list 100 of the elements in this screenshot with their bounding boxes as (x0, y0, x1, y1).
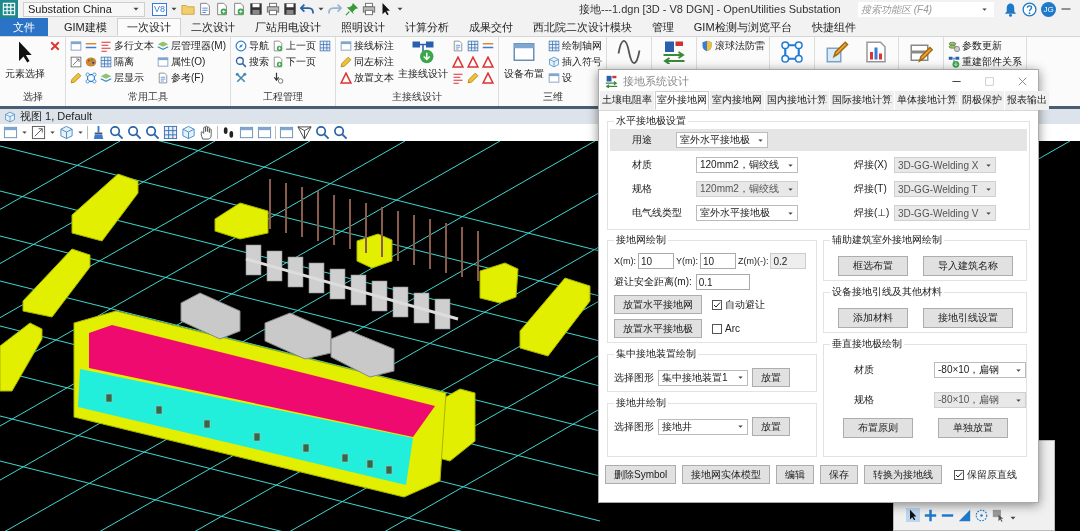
dialog-tab[interactable]: 土壤电阻率 (600, 91, 654, 110)
block-arrow-icon[interactable] (992, 509, 1005, 522)
ribbon-tab[interactable]: GIM建模 (54, 18, 117, 36)
dialog-tab[interactable]: 国内接地计算 (765, 91, 829, 110)
dropdown[interactable]: 室外水平接地极 (676, 132, 768, 148)
dropdown[interactable]: 集中接地装置1 (658, 369, 748, 386)
button[interactable]: 框选布置 (837, 256, 908, 276)
button[interactable]: 接地网实体模型 (682, 465, 771, 484)
dialog-tab[interactable]: 单体接地计算 (895, 91, 959, 110)
button[interactable]: 放置水平接地网 (614, 295, 702, 314)
button[interactable]: 单独放置 (937, 418, 1008, 438)
checkbox[interactable] (712, 323, 722, 334)
dialog-tab[interactable]: 阴极保护 (960, 91, 1004, 110)
ribbon-tab[interactable]: 西北院二次设计模块 (522, 18, 642, 36)
search-icon[interactable] (333, 125, 348, 140)
tool-button[interactable] (84, 70, 98, 86)
version-button[interactable]: V8 (152, 2, 167, 16)
text-field[interactable]: 10 (638, 253, 674, 269)
square-arrow-icon[interactable] (31, 125, 46, 140)
tool-button[interactable] (466, 54, 480, 70)
caret-icon[interactable] (77, 129, 84, 136)
dialog-tab[interactable]: 室内接地网 (710, 91, 764, 110)
search-field[interactable]: 搜索功能区 (F4) (858, 1, 994, 17)
undo-icon[interactable] (300, 2, 314, 16)
caret-icon[interactable] (49, 129, 56, 136)
ribbon-button[interactable]: 元素选择 (3, 38, 47, 83)
dialog-tab[interactable]: 报表输出 (1005, 91, 1049, 110)
document-icon[interactable] (198, 2, 212, 16)
dropdown[interactable]: 接地井 (658, 418, 748, 435)
plus-icon[interactable] (924, 509, 937, 522)
save-icon[interactable] (283, 2, 297, 16)
ribbon-button[interactable]: 多行文本 (99, 38, 155, 54)
button[interactable]: 编辑 (776, 465, 815, 484)
ribbon-button[interactable]: 设 (547, 70, 603, 86)
app-logo-icon[interactable] (0, 0, 18, 18)
caret-icon[interactable] (317, 5, 325, 13)
button[interactable]: 放置 (752, 368, 790, 387)
text-field[interactable]: 10 (700, 253, 736, 269)
brush-icon[interactable] (91, 125, 106, 140)
button[interactable]: 保存 (820, 465, 859, 484)
cone-icon[interactable] (297, 125, 312, 140)
ribbon-button[interactable]: 隔离 (99, 54, 155, 70)
pin-icon[interactable] (345, 2, 359, 16)
hand-icon[interactable] (199, 125, 214, 140)
search-icon[interactable] (109, 125, 124, 140)
ribbon-button[interactable]: 插入符号 (547, 54, 603, 70)
ribbon-button[interactable]: 滚球法防雷 (700, 38, 766, 54)
button[interactable]: 删除Symbol (605, 465, 677, 484)
ribbon-button[interactable]: 设备布置 (502, 38, 546, 83)
ribbon-tab[interactable]: 管理 (641, 18, 684, 36)
ribbon-tab[interactable]: GIM检测与浏览平台 (683, 18, 802, 36)
ribbon-button[interactable]: 上一页 (271, 38, 317, 54)
tool-button[interactable] (481, 54, 495, 70)
checkbox[interactable] (712, 299, 722, 310)
dropdown[interactable]: 120mm2，铜绞线 (696, 157, 798, 173)
save-icon[interactable] (249, 2, 263, 16)
ribbon-button[interactable]: 层显示 (99, 70, 155, 86)
window-icon[interactable] (257, 125, 272, 140)
text-field[interactable]: 0.1 (695, 274, 750, 290)
printer-icon[interactable] (362, 2, 376, 16)
button[interactable]: 放置水平接地极 (614, 319, 702, 338)
ribbon-button[interactable]: 重建部件关系 (947, 54, 1023, 70)
printer-icon[interactable] (266, 2, 280, 16)
checkbox[interactable] (954, 469, 965, 480)
ribbon-button[interactable]: 绘制轴网 (547, 38, 603, 54)
ribbon-button[interactable]: 参数更新 (947, 38, 1023, 54)
button[interactable]: 添加材料 (837, 308, 908, 328)
file-menu-tab[interactable]: 文件 (0, 18, 48, 36)
ribbon-tab[interactable]: 计算分析 (394, 18, 459, 36)
caret-icon[interactable] (1009, 514, 1017, 522)
select-tool-button[interactable] (906, 508, 920, 522)
tool-button[interactable] (451, 54, 465, 70)
tool-button[interactable] (69, 54, 83, 70)
caret-icon[interactable] (170, 5, 178, 13)
ribbon-button[interactable]: 同左标注 (339, 54, 395, 70)
tool-button[interactable] (69, 38, 83, 54)
ribbon-button[interactable]: 层管理器(M) (156, 38, 227, 54)
caret-icon[interactable] (21, 129, 28, 136)
workspace-dropdown[interactable]: Substation China (23, 1, 145, 17)
caret-icon[interactable] (396, 5, 404, 13)
ribbon-button[interactable]: 接线标注 (339, 38, 395, 54)
ribbon-tab[interactable]: 照明设计 (330, 18, 395, 36)
button[interactable]: 转换为接地线 (864, 465, 943, 484)
search-icon[interactable] (315, 125, 330, 140)
dialog-tab[interactable]: 室外接地网 (655, 91, 709, 110)
ribbon-button[interactable]: 下一页 (271, 54, 317, 70)
window-icon[interactable] (3, 125, 18, 140)
tool-button[interactable] (69, 70, 83, 86)
ribbon-button[interactable]: 参考(F) (156, 70, 227, 86)
right-triangle-icon[interactable] (958, 509, 971, 522)
search-icon[interactable] (145, 125, 160, 140)
dotted-circle-icon[interactable] (975, 509, 988, 522)
search-icon[interactable] (127, 125, 142, 140)
button[interactable]: 导入建筑名称 (922, 256, 1013, 276)
ribbon-tab[interactable]: 厂站用电设计 (244, 18, 331, 36)
notification-icon[interactable] (1003, 1, 1018, 17)
ribbon-tab[interactable]: 快捷组件 (801, 18, 866, 36)
ribbon-tab[interactable]: 成果交付 (458, 18, 523, 36)
tool-button[interactable] (466, 70, 480, 86)
dropdown[interactable]: -80×10，扁钢 (934, 362, 1026, 378)
